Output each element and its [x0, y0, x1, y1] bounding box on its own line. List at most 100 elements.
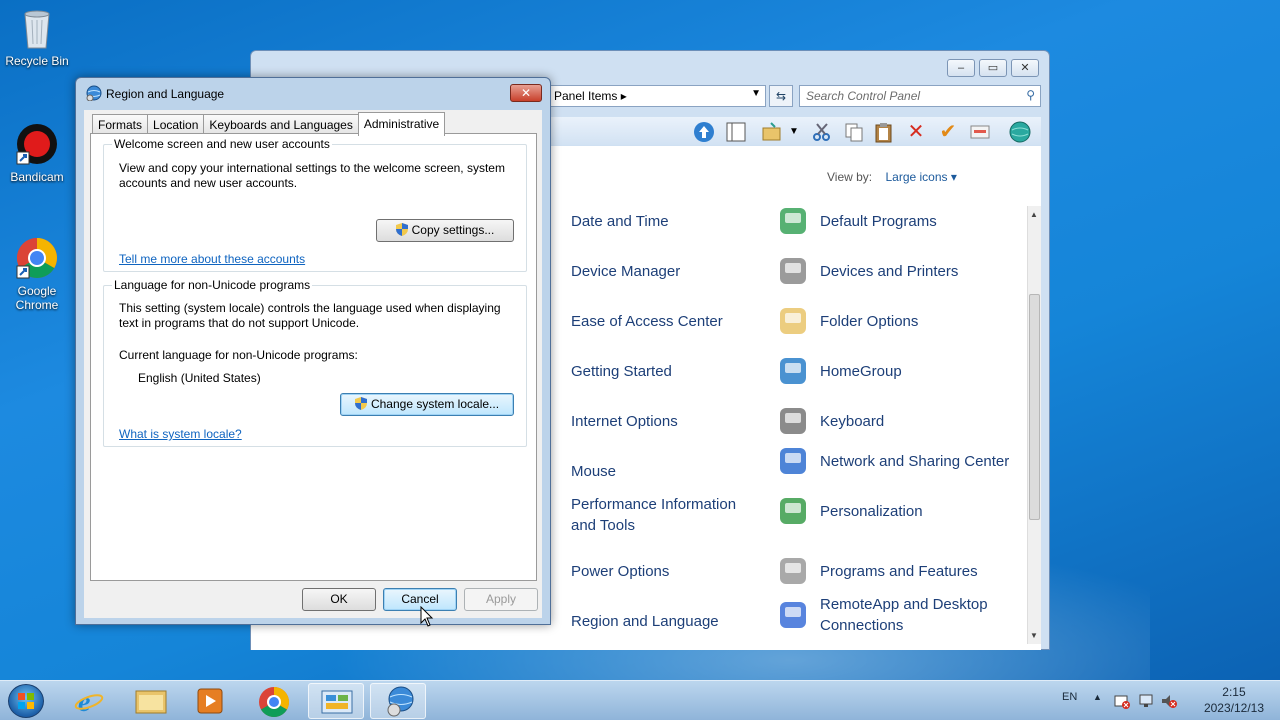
control-panel-item[interactable]: Date and Time [571, 204, 669, 238]
view-by-dropdown[interactable]: Large icons ▾ [885, 170, 956, 184]
control-panel-item[interactable]: Getting Started [571, 354, 672, 388]
system-clock[interactable]: 2:15 2023/12/13 [1204, 684, 1264, 716]
up-icon[interactable] [693, 121, 715, 143]
tell-me-more-link[interactable]: Tell me more about these accounts [119, 252, 305, 267]
scroll-up-icon[interactable]: ▲ [1030, 210, 1038, 219]
minimize-button[interactable]: – [947, 59, 975, 77]
taskbar-explorer[interactable] [122, 683, 178, 719]
taskbar-ie[interactable]: e [62, 683, 118, 719]
svg-text:e: e [78, 687, 90, 718]
tab-location[interactable]: Location [147, 114, 205, 134]
copy-settings-button[interactable]: Copy settings... [376, 219, 514, 242]
what-is-system-locale-link[interactable]: What is system locale? [119, 427, 242, 442]
current-language-value: English (United States) [138, 371, 261, 385]
welcome-screen-group: Welcome screen and new user accounts Vie… [103, 137, 527, 272]
desktop-icon-recycle-bin[interactable]: Recycle Bin [0, 6, 74, 68]
control-panel-item-label: Mouse [571, 462, 617, 480]
start-button[interactable] [8, 684, 44, 718]
search-icon[interactable]: ⚲ [1026, 88, 1035, 102]
tab-formats[interactable]: Formats [92, 114, 149, 134]
control-panel-item[interactable]: Default Programs [776, 204, 937, 238]
tab-administrative[interactable]: Administrative [357, 112, 446, 136]
dropdown-icon[interactable]: ▼ [783, 121, 805, 143]
taskbar-control-panel[interactable] [308, 683, 364, 719]
action-center-icon[interactable] [1114, 693, 1130, 712]
ok-button[interactable]: OK [302, 588, 376, 611]
taskbar-region-language[interactable] [370, 683, 426, 719]
change-system-locale-button[interactable]: Change system locale... [340, 393, 514, 416]
panel-icon[interactable] [725, 121, 747, 143]
control-panel-item[interactable]: Device Manager [571, 254, 680, 288]
control-panel-item-label: Devices and Printers [820, 262, 959, 280]
cut-icon[interactable] [811, 121, 833, 143]
desktop-icon-label: Recycle Bin [5, 54, 69, 68]
non-unicode-group: Language for non-Unicode programs This s… [103, 278, 527, 447]
internet-explorer-icon: e [74, 687, 104, 718]
chrome-icon [259, 687, 290, 718]
control-panel-icon [321, 690, 353, 714]
breadcrumb[interactable]: Panel Items [554, 89, 617, 103]
volume-muted-icon[interactable] [1160, 693, 1178, 712]
windows-logo-icon [18, 693, 34, 709]
control-panel-item[interactable]: Personalization [776, 494, 923, 528]
chrome-icon [15, 236, 59, 280]
copy-icon[interactable] [843, 121, 865, 143]
chevron-down-icon[interactable]: ▼ [751, 88, 761, 99]
control-panel-item[interactable]: Internet Options [571, 404, 678, 438]
region-language-dialog: Region and Language ✕ Formats Location K… [75, 77, 551, 625]
control-panel-item[interactable]: Ease of Access Center [571, 304, 723, 338]
view-by-value[interactable]: Large icons [885, 170, 947, 184]
desktop-icon-chrome[interactable]: Google Chrome [0, 236, 74, 312]
view-by-label: View by: [827, 170, 873, 184]
refresh-button[interactable]: ⇆ [769, 85, 793, 107]
homegroup-icon [776, 354, 810, 388]
control-panel-item-label: Ease of Access Center [571, 312, 723, 330]
bandicam-icon [15, 122, 59, 166]
show-hidden-icons[interactable]: ▲ [1093, 692, 1102, 702]
control-panel-item-label: Power Options [571, 562, 670, 580]
scroll-down-icon[interactable]: ▼ [1030, 631, 1038, 640]
checkmark-icon[interactable]: ✔ [937, 121, 959, 143]
delete-icon[interactable]: ✕ [905, 121, 927, 143]
recycle-bin-icon [15, 6, 59, 50]
control-panel-item[interactable]: Power Options [571, 554, 669, 588]
change-system-locale-label: Change system locale... [370, 397, 500, 411]
search-placeholder: Search Control Panel [806, 89, 921, 103]
control-panel-item[interactable]: HomeGroup [776, 354, 902, 388]
paste-icon[interactable] [873, 121, 895, 143]
taskbar-media-player[interactable] [182, 683, 238, 719]
taskbar-chrome[interactable] [246, 683, 302, 719]
control-panel-item-label: Region and Language [571, 612, 719, 630]
control-panel-item[interactable]: Region and Language [571, 604, 719, 638]
network-icon[interactable] [1138, 693, 1154, 712]
printer-icon [776, 254, 810, 288]
control-panel-item[interactable]: Network and Sharing Center [776, 444, 1009, 478]
close-button[interactable]: ✕ [1011, 59, 1039, 77]
language-indicator[interactable]: EN [1062, 691, 1077, 703]
control-panel-item[interactable]: Devices and Printers [776, 254, 958, 288]
search-input[interactable]: Search Control Panel ⚲ [799, 85, 1041, 107]
apply-button[interactable]: Apply [464, 588, 538, 611]
control-panel-item-label: Personalization [820, 502, 923, 520]
administrative-tab-page: Welcome screen and new user accounts Vie… [90, 133, 537, 581]
folder-sync-icon[interactable] [761, 121, 783, 143]
globe-icon[interactable] [1009, 121, 1031, 143]
control-panel-item[interactable]: Performance Information and Tools [571, 494, 761, 536]
dialog-close-button[interactable]: ✕ [510, 84, 542, 102]
tab-keyboards-languages[interactable]: Keyboards and Languages [203, 114, 359, 134]
control-panel-item[interactable]: Folder Options [776, 304, 918, 338]
control-panel-item[interactable]: Keyboard [776, 404, 884, 438]
media-player-icon [197, 688, 223, 714]
window-controls: – ▭ ✕ [947, 59, 1039, 77]
network-icon [776, 444, 810, 478]
vertical-scrollbar[interactable]: ▲ ▼ [1027, 206, 1041, 644]
breadcrumb-arrow-icon[interactable]: ▸ [621, 89, 627, 103]
remoteapp-icon [776, 598, 810, 632]
control-panel-item[interactable]: Mouse [571, 454, 616, 488]
control-panel-item[interactable]: Programs and Features [776, 554, 978, 588]
maximize-button[interactable]: ▭ [979, 59, 1007, 77]
control-panel-item[interactable]: RemoteApp and Desktop Connections [776, 594, 1010, 636]
desktop-icon-bandicam[interactable]: Bandicam [0, 122, 74, 184]
scrollbar-thumb[interactable] [1029, 294, 1040, 520]
properties-icon[interactable] [969, 121, 991, 143]
